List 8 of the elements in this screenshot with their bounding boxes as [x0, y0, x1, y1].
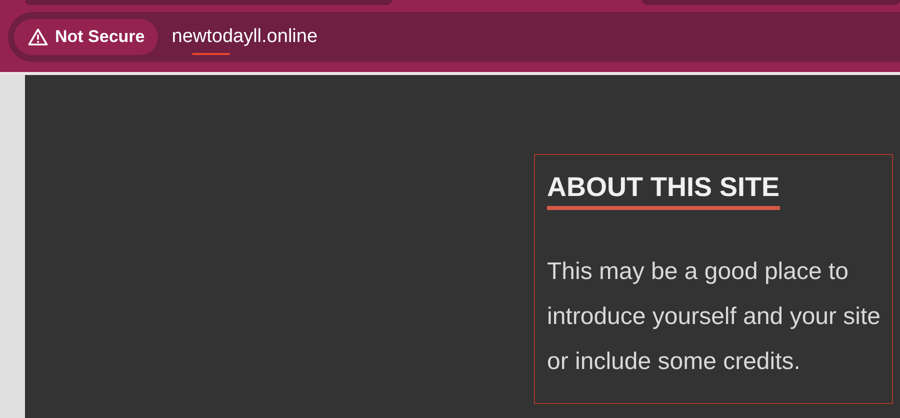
warning-icon	[28, 28, 48, 46]
url-text: newtodayll.online	[172, 26, 318, 48]
spellcheck-underline	[192, 53, 230, 55]
widget-text: This may be a good place to introduce yourself and your site or include some credits.	[547, 257, 882, 377]
address-bar[interactable]: Not Secure newtodayll.online	[8, 12, 900, 62]
security-chip[interactable]: Not Secure	[14, 19, 158, 55]
security-label: Not Secure	[55, 27, 145, 47]
widget-title: ABOUT THIS SITE	[547, 171, 780, 210]
